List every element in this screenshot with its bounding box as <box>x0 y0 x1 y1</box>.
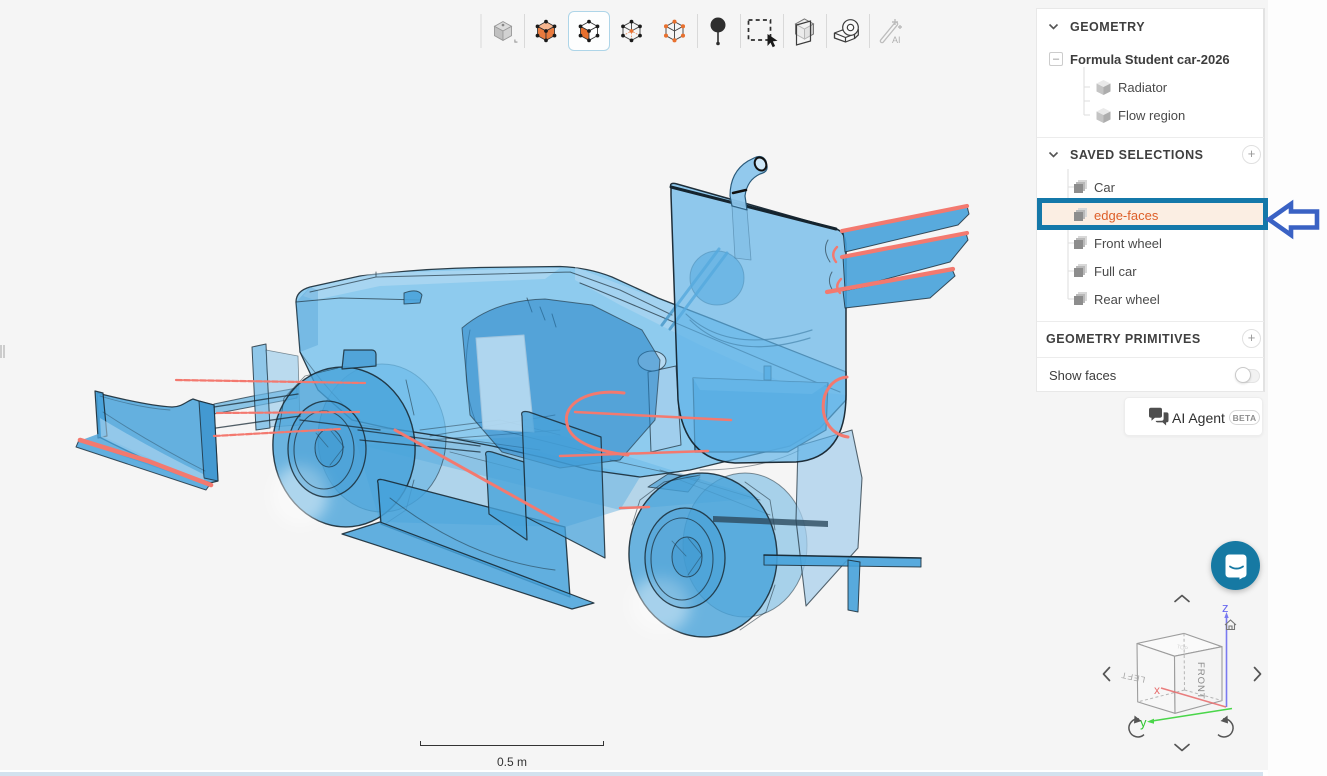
svg-text:x: x <box>1154 683 1160 697</box>
svg-text:FRONT: FRONT <box>1195 662 1206 700</box>
svg-text:z: z <box>1222 600 1229 615</box>
svg-text:y: y <box>1140 715 1147 730</box>
